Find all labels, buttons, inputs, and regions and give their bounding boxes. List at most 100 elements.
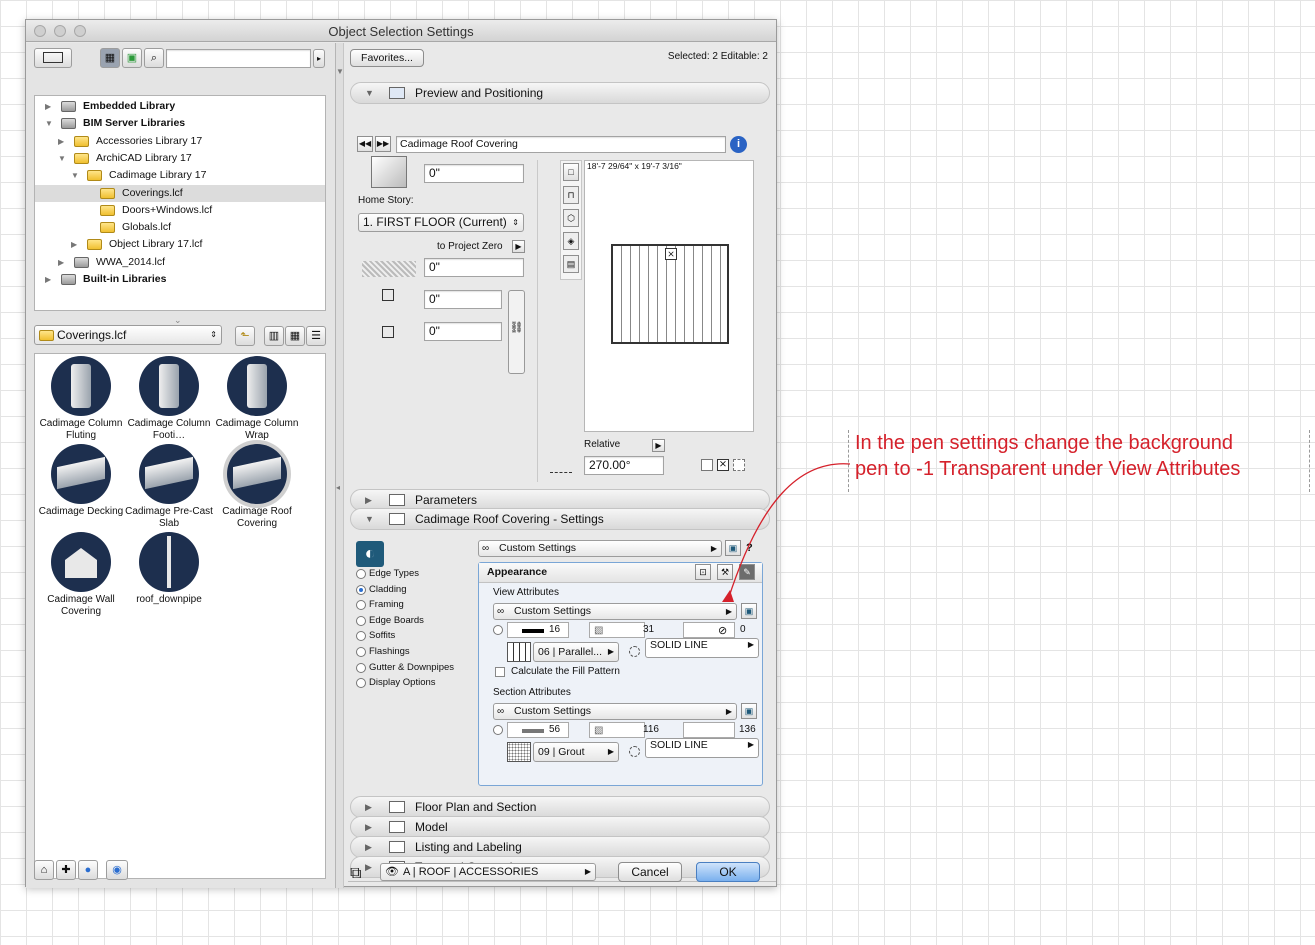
folder-popup[interactable]: Coverings.lcf ⇕ [34, 325, 222, 345]
section-background-pen-field[interactable] [683, 722, 735, 738]
angle-input[interactable]: 270.00° [584, 456, 664, 475]
library-manager-button[interactable]: ⌂ [34, 860, 54, 880]
title-bar: Object Selection Settings [26, 20, 776, 42]
link-chain-icon[interactable]: ⛓ [508, 290, 525, 374]
width-input[interactable]: 0" [424, 290, 502, 309]
section-line-popup[interactable]: SOLID LINE ▶ [645, 738, 759, 758]
next-object-button[interactable]: ▶▶ [375, 136, 391, 152]
tree-item[interactable]: ▶ Built-in Libraries [35, 271, 325, 288]
tree-item[interactable]: ▼ Cadimage Library 17 [35, 167, 325, 184]
object-thumbnail[interactable]: Cadimage Pre-Cast Slab [125, 444, 213, 530]
favorites-button[interactable]: Favorites... [350, 49, 424, 67]
prev-object-button[interactable]: ◀◀ [357, 136, 373, 152]
expanded-arrow-icon[interactable]: ▼ [71, 167, 79, 184]
depth-input[interactable]: 0" [424, 322, 502, 341]
tree-item[interactable]: ▶ Embedded Library [35, 98, 325, 115]
bim-components-button[interactable]: ◉ [106, 860, 128, 880]
collapsed-arrow-icon[interactable]: ▶ [71, 236, 77, 253]
popup-arrow-icon: ▶ [747, 640, 754, 649]
section-view-button[interactable]: ⊓ [563, 186, 579, 204]
option-radio[interactable] [356, 584, 366, 595]
section-fill-popup[interactable]: 09 | Grout ▶ [533, 742, 619, 762]
object-thumbnail[interactable]: Cadimage Column Wrap [213, 356, 301, 442]
expanded-arrow-icon[interactable]: ▼ [45, 115, 53, 132]
tree-item[interactable]: ▶ Object Library 17.lcf [35, 236, 325, 253]
option-label: Display Options [369, 677, 436, 689]
object-name-field[interactable]: Cadimage Roof Covering [396, 136, 726, 153]
tree-item[interactable]: ▶ Accessories Library 17 [35, 133, 325, 150]
home-story-popup[interactable]: 1. FIRST FLOOR (Current) ⇕ [358, 213, 524, 232]
tree-item[interactable]: Doors+Windows.lcf [35, 202, 325, 219]
object-thumbnail[interactable]: Cadimage Decking [37, 444, 125, 518]
tree-item[interactable]: ▶ WWA_2014.lcf [35, 254, 325, 271]
object-thumbnail[interactable]: Cadimage Roof Covering [213, 444, 301, 530]
ok-button[interactable]: OK [696, 862, 760, 882]
axon-view-button[interactable]: ⬡ [563, 209, 579, 227]
calc-fill-checkbox[interactable] [495, 667, 505, 677]
pane-divider[interactable]: ▼ ◂ [336, 43, 344, 888]
plan-view-button[interactable]: □ [563, 163, 579, 181]
fill-pen-field[interactable]: ▧ [589, 622, 645, 638]
enclosing-folder-button[interactable]: ⬑ [235, 326, 255, 346]
object-thumbnail[interactable]: Cadimage Column Fluting [37, 356, 125, 442]
search-go-button[interactable]: ▸ [313, 49, 325, 68]
view-override-radio[interactable] [493, 625, 503, 635]
object-thumbnail[interactable]: Cadimage Wall Covering [37, 532, 125, 618]
custom-settings-popup[interactable]: ∞ Custom Settings ▶ [478, 540, 722, 557]
section-model[interactable]: ▶ Model [350, 816, 770, 838]
collapsed-arrow-icon[interactable]: ▶ [45, 271, 51, 288]
option-radio[interactable] [356, 569, 366, 579]
option-radio[interactable] [356, 647, 366, 657]
add-object-button[interactable]: ✚ [56, 860, 76, 880]
relative-popup-button[interactable]: ▶ [652, 439, 665, 452]
tree-item[interactable]: Coverings.lcf [35, 184, 325, 202]
list-button[interactable]: ☰ [306, 326, 326, 346]
globe-button[interactable]: ● [78, 860, 98, 880]
tree-item[interactable]: ▼ BIM Server Libraries [35, 115, 325, 132]
collapsed-arrow-icon[interactable]: ▶ [58, 254, 64, 271]
section-fill-pen-field[interactable]: ▧ [589, 722, 645, 738]
reference-popup-button[interactable]: ▶ [512, 240, 525, 253]
library-filter-button[interactable]: ▦ [100, 48, 120, 68]
info-icon[interactable]: i [730, 136, 747, 153]
search-button[interactable]: ⌕ [144, 48, 164, 68]
tree-item[interactable]: ▼ ArchiCAD Library 17 [35, 150, 325, 167]
expanded-arrow-icon: ▼ [365, 514, 374, 524]
section-preview-positioning[interactable]: ▼ Preview and Positioning [350, 82, 770, 104]
view-pen1-value: 16 [549, 624, 561, 635]
collapsed-arrow-icon[interactable]: ▶ [58, 133, 64, 150]
view-fill-popup[interactable]: 06 | Parallel... ▶ [533, 642, 619, 662]
option-radio[interactable] [356, 662, 366, 673]
object-label: Cadimage Wall Covering [47, 594, 115, 617]
collapse-left-icon[interactable]: ▼ [336, 67, 344, 76]
option-radio[interactable] [356, 600, 366, 611]
large-icons-button[interactable]: ▥ [264, 326, 284, 346]
collapsed-arrow-icon[interactable]: ▶ [45, 98, 51, 115]
expanded-arrow-icon[interactable]: ▼ [58, 150, 66, 167]
collapse-grip-icon[interactable]: ◂ [336, 483, 340, 492]
view-mode-button[interactable] [34, 48, 72, 68]
search-input[interactable] [166, 49, 311, 68]
section-save-button[interactable]: ▣ [741, 703, 757, 719]
elevation-input[interactable]: 0" [424, 164, 524, 183]
option-radio[interactable] [356, 678, 366, 689]
listing-view-button[interactable]: ▤ [563, 255, 579, 273]
option-radio[interactable] [356, 615, 366, 626]
view-line-popup[interactable]: SOLID LINE ▶ [645, 638, 759, 658]
section-custom-settings-popup[interactable]: ∞ Custom Settings ▶ [493, 703, 737, 720]
green-filter-button[interactable]: ▣ [122, 48, 142, 68]
small-icons-button[interactable]: ▦ [285, 326, 305, 346]
tree-item[interactable]: Globals.lcf [35, 219, 325, 236]
object-thumbnail[interactable]: Cadimage Column Footi… [125, 356, 213, 442]
project-zero-input[interactable]: 0" [424, 258, 524, 277]
section-floor-plan[interactable]: ▶ Floor Plan and Section [350, 796, 770, 818]
option-radio[interactable] [356, 631, 366, 642]
section-listing[interactable]: ▶ Listing and Labeling [350, 836, 770, 858]
parameters-icon [389, 494, 405, 506]
object-thumbnail[interactable]: roof_downpipe [125, 532, 213, 606]
background-pen-field[interactable]: ⊘ [683, 622, 735, 638]
3d-view-button[interactable]: ◈ [563, 232, 579, 250]
section-override-radio[interactable] [493, 725, 503, 735]
cancel-button[interactable]: Cancel [618, 862, 682, 882]
layer-popup[interactable]: 👁 A | ROOF | ACCESSORIES ▶ [380, 863, 596, 881]
